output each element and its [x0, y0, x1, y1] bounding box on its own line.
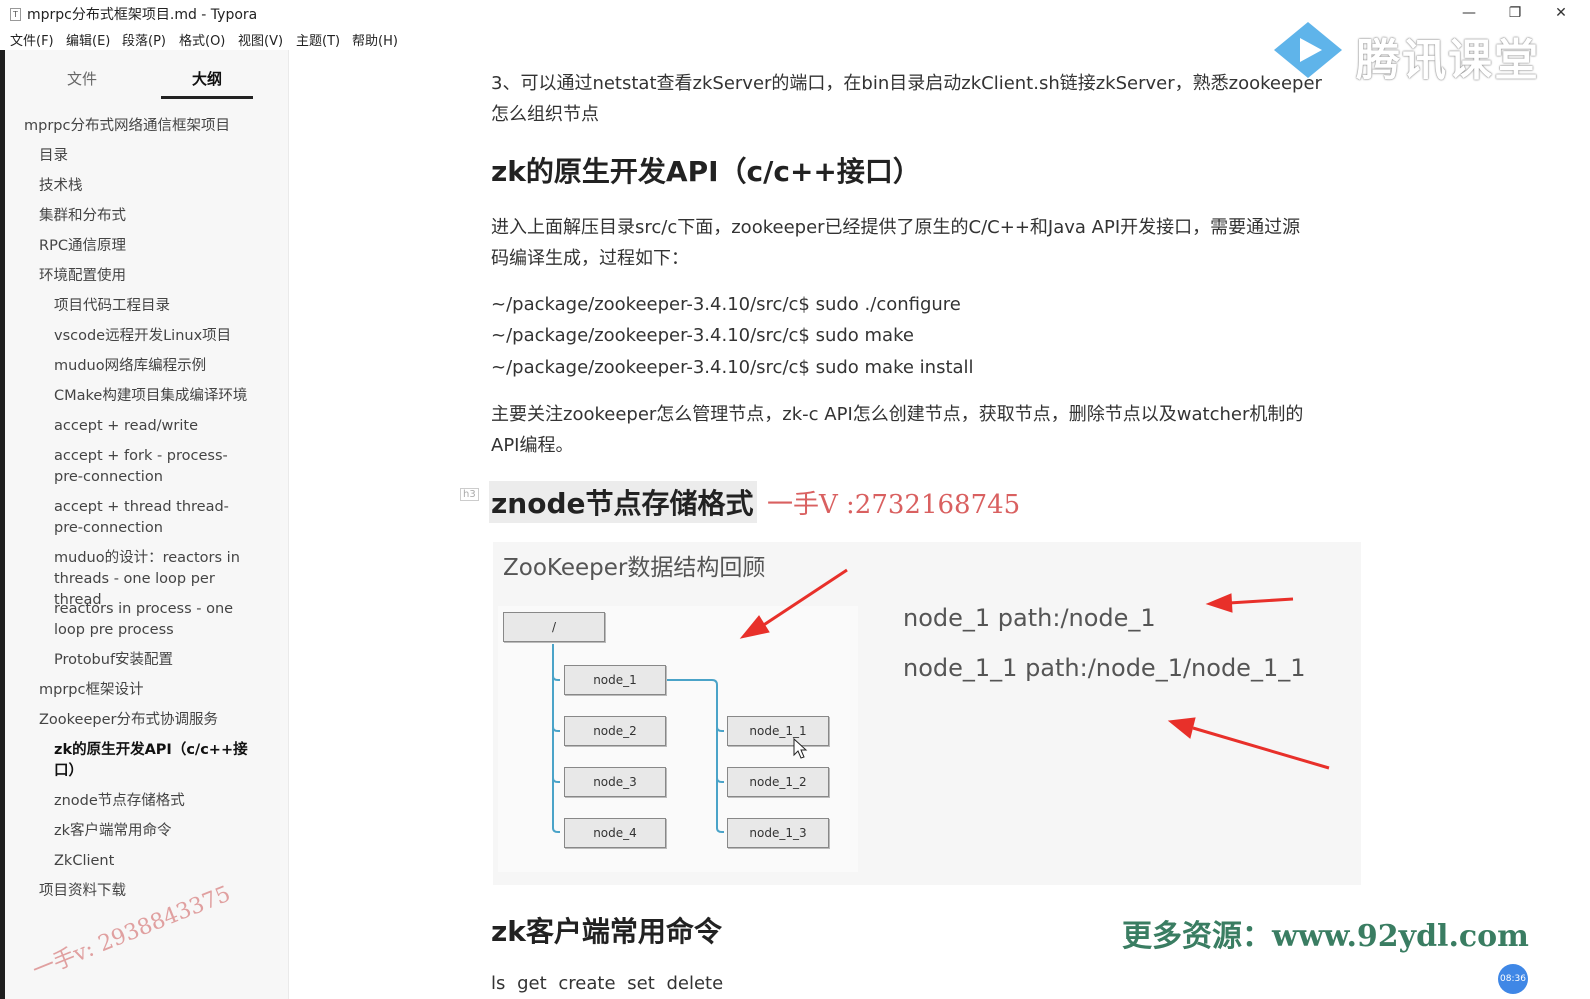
tencent-play-icon — [1274, 22, 1342, 78]
toc-item[interactable]: reactors in process - one loop pre proce… — [54, 599, 264, 641]
tree-node: node_3 — [564, 767, 666, 797]
path-description-1: node_1 path:/node_1 — [903, 604, 1156, 632]
toc-item[interactable]: Protobuf安装配置 — [54, 650, 269, 671]
typora-app-icon: T — [10, 8, 21, 21]
client-commands-list: ls get create set delete — [491, 973, 724, 994]
step3-text-line2: 怎么组织节点 — [491, 104, 599, 125]
step3-text-line1: 3、可以通过netstat查看zkServer的端口，在bin目录启动zkCli… — [491, 73, 1322, 94]
path-description-2: node_1_1 path:/node_1/node_1_1 — [903, 654, 1306, 682]
command-make: ~/package/zookeeper-3.4.10/src/c$ sudo m… — [491, 325, 914, 346]
mouse-cursor-icon — [793, 738, 808, 759]
toc-item[interactable]: 集群和分布式 — [39, 206, 254, 227]
intro-text-line1: 进入上面解压目录src/c下面，zookeeper已经提供了原生的C/C++和J… — [491, 217, 1301, 238]
toc-item[interactable]: 目录 — [39, 146, 254, 167]
menu-paragraph[interactable]: 段落(P) — [122, 30, 166, 49]
menu-edit[interactable]: 编辑(E) — [66, 30, 110, 49]
command-configure: ~/package/zookeeper-3.4.10/src/c$ sudo .… — [491, 294, 961, 315]
close-button[interactable]: ✕ — [1538, 0, 1584, 26]
toc-item[interactable]: accept + fork - process-pre-connection — [54, 446, 254, 488]
toc-item[interactable]: ZkClient — [54, 851, 269, 872]
clock-badge: 08:36 — [1498, 964, 1528, 994]
figure-title: ZooKeeper数据结构回顾 — [503, 555, 766, 581]
toc-item[interactable]: mprpc分布式网络通信框架项目 — [24, 116, 274, 137]
menu-help[interactable]: 帮助(H) — [352, 30, 398, 49]
toc-item-active[interactable]: zk的原生开发API（c/c++接口） — [54, 740, 254, 782]
tree-node: node_1_3 — [727, 818, 829, 848]
toc-item[interactable]: accept + thread thread-pre-connection — [54, 497, 254, 539]
heading-level-marker[interactable]: h3 — [460, 488, 479, 501]
command-make-install: ~/package/zookeeper-3.4.10/src/c$ sudo m… — [491, 357, 974, 378]
toc-item[interactable]: 项目代码工程目录 — [54, 296, 269, 317]
menu-theme[interactable]: 主题(T) — [296, 30, 340, 49]
toc-item[interactable]: muduo网络库编程示例 — [54, 356, 269, 377]
tencent-classroom-logo: 腾讯课堂 — [1272, 18, 1542, 88]
toc-item[interactable]: Zookeeper分布式协调服务 — [39, 710, 269, 731]
toc-item[interactable]: RPC通信原理 — [39, 236, 254, 257]
resource-watermark: 更多资源：www.92ydl.com — [1122, 919, 1529, 954]
handwritten-note: 一手V :2732168745 — [767, 490, 1021, 520]
menu-view[interactable]: 视图(V) — [238, 30, 283, 49]
tree-node-root: / — [503, 612, 605, 642]
toc-item[interactable]: vscode远程开发Linux项目 — [54, 326, 269, 347]
tab-files[interactable]: 文件 — [67, 68, 97, 89]
toc-item[interactable]: CMake构建项目集成编译环境 — [54, 386, 279, 407]
toc-item[interactable]: 环境配置使用 — [39, 266, 254, 287]
heading-zk-client-commands: zk客户端常用命令 — [491, 915, 722, 948]
tree-node: node_1 — [564, 665, 666, 695]
tab-outline[interactable]: 大纲 — [192, 68, 222, 89]
tencent-logo-text: 腾讯课堂 — [1356, 35, 1540, 86]
active-tab-indicator — [161, 96, 253, 99]
intro-text-line2: 码编译生成，过程如下： — [491, 248, 689, 269]
heading-znode-format: znode节点存储格式 — [491, 487, 754, 520]
tree-node: node_2 — [564, 716, 666, 746]
menu-file[interactable]: 文件(F) — [10, 30, 54, 49]
tree-node: node_1_1 — [727, 716, 829, 746]
toc-item[interactable]: 技术栈 — [39, 176, 254, 197]
toc-item[interactable]: mprpc框架设计 — [39, 680, 254, 701]
toc-item[interactable]: znode节点存储格式 — [54, 791, 269, 812]
focus-text-line2: API编程。 — [491, 435, 574, 456]
editor-content[interactable]: 3、可以通过netstat查看zkServer的端口，在bin目录启动zkCli… — [289, 50, 1590, 999]
toc-item[interactable]: accept + read/write — [54, 416, 269, 437]
focus-text-line1: 主要关注zookeeper怎么管理节点，zk-c API怎么创建节点，获取节点，… — [491, 404, 1304, 425]
tree-node: node_4 — [564, 818, 666, 848]
heading-zk-api: zk的原生开发API（c/c++接口） — [491, 155, 921, 188]
outline-sidebar: 文件 大纲 mprpc分布式网络通信框架项目 目录 技术栈 集群和分布式 RPC… — [5, 50, 289, 999]
zookeeper-structure-image: ZooKeeper数据结构回顾 / node_1 node_2 node_3 n… — [493, 542, 1361, 885]
toc-item[interactable]: zk客户端常用命令 — [54, 821, 269, 842]
tree-node: node_1_2 — [727, 767, 829, 797]
menu-format[interactable]: 格式(O) — [179, 30, 225, 49]
window-title: mprpc分布式框架项目.md - Typora — [27, 7, 258, 23]
